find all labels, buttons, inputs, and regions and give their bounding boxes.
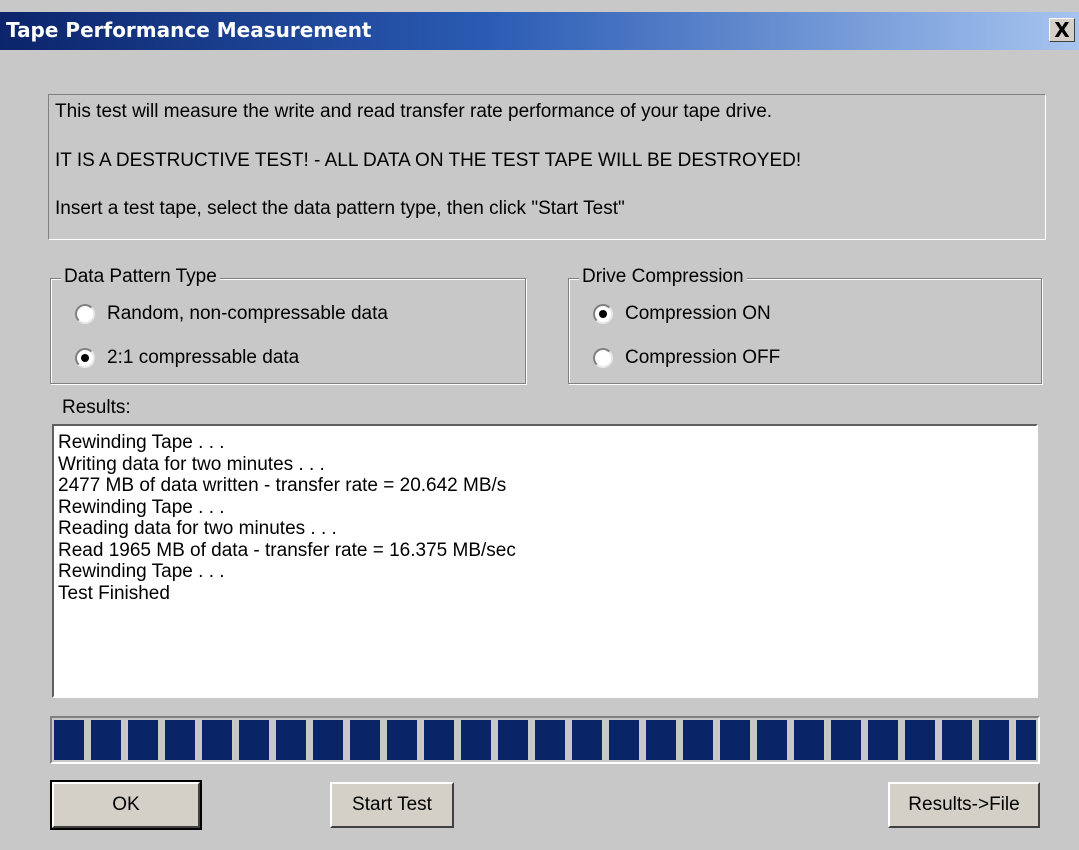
drive-compression-group: Drive Compression Compression ON Compres… [568, 266, 1042, 384]
title-bar[interactable]: Tape Performance Measurement X [0, 12, 1079, 50]
radio-compression-on[interactable]: Compression ON [593, 303, 771, 325]
results-line: Writing data for two minutes . . . [58, 453, 325, 475]
close-button[interactable]: X [1049, 18, 1075, 42]
radio-button-icon[interactable] [75, 304, 95, 324]
radio-compressable-data[interactable]: 2:1 compressable data [75, 347, 299, 369]
results-textbox[interactable]: Rewinding Tape . . . Writing data for tw… [52, 424, 1038, 698]
ok-button[interactable]: OK [50, 780, 202, 830]
radio-label: Compression OFF [625, 347, 781, 368]
info-warning: IT IS A DESTRUCTIVE TEST! - ALL DATA ON … [55, 150, 802, 171]
data-pattern-group: Data Pattern Type Random, non-compressab… [50, 266, 526, 384]
results-line: Test Finished [58, 582, 170, 604]
radio-label: Random, non-compressable data [107, 303, 388, 324]
results-line: Reading data for two minutes . . . [58, 518, 337, 539]
results-line: Rewinding Tape . . . [58, 496, 225, 518]
progress-bar [50, 716, 1040, 764]
radio-label: Compression ON [625, 303, 771, 324]
info-instruction: Insert a test tape, select the data patt… [55, 198, 625, 219]
radio-random-data[interactable]: Random, non-compressable data [75, 303, 388, 325]
dialog-window: Tape Performance Measurement X This test… [0, 0, 1079, 850]
radio-compression-off[interactable]: Compression OFF [593, 347, 780, 369]
results-to-file-button[interactable]: Results->File [888, 782, 1040, 828]
radio-button-icon[interactable] [593, 348, 613, 368]
results-line: Rewinding Tape . . . [58, 561, 225, 582]
results-line: Read 1965 MB of data - transfer rate = 1… [58, 539, 516, 561]
info-panel: This test will measure the write and rea… [48, 94, 1046, 240]
close-icon: X [1054, 18, 1070, 42]
radio-button-checked-icon[interactable] [75, 348, 95, 368]
results-label: Results: [62, 397, 131, 418]
window-title: Tape Performance Measurement [6, 18, 372, 42]
info-description: This test will measure the write and rea… [55, 101, 773, 122]
progress-bar-fill [54, 720, 1036, 760]
start-test-button[interactable]: Start Test [330, 782, 454, 828]
drive-compression-label: Drive Compression [579, 266, 747, 288]
radio-button-checked-icon[interactable] [593, 304, 613, 324]
radio-label: 2:1 compressable data [107, 347, 300, 368]
results-line: 2477 MB of data written - transfer rate … [58, 475, 507, 496]
results-line: Rewinding Tape . . . [58, 432, 225, 453]
data-pattern-label: Data Pattern Type [61, 266, 220, 288]
